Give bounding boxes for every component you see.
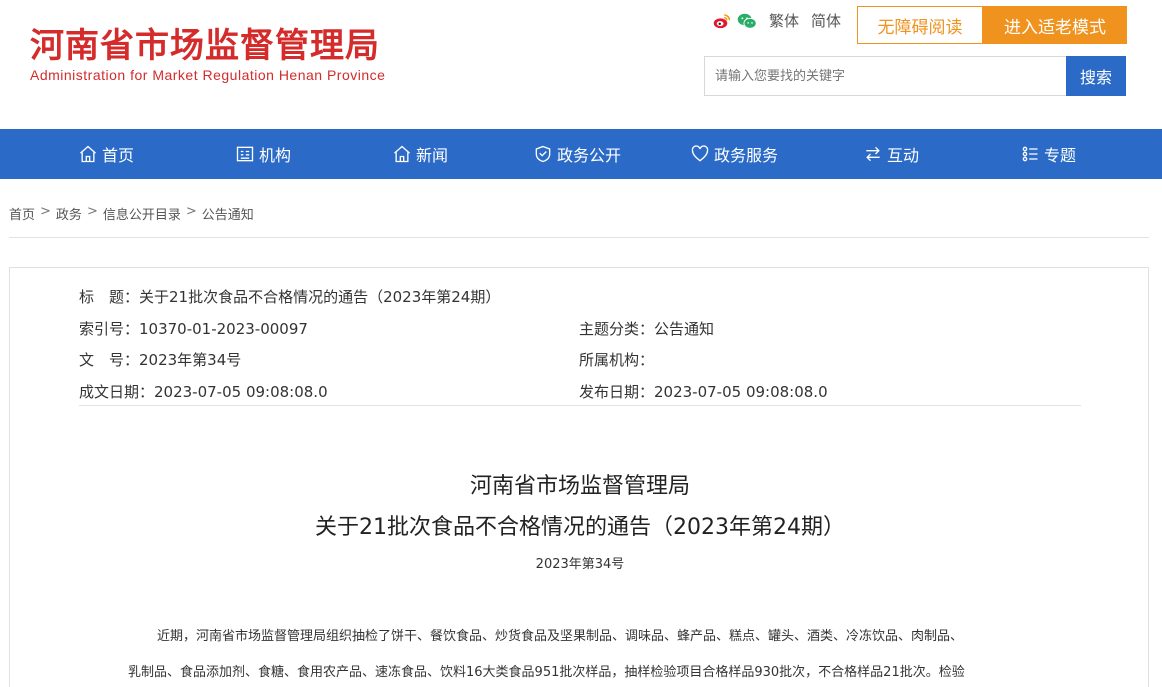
- weibo-icon[interactable]: [713, 12, 731, 30]
- breadcrumb-divider: [9, 237, 1149, 238]
- shield-icon: [535, 145, 551, 163]
- wechat-icon[interactable]: [737, 12, 757, 30]
- meta-doc-no: 文 号：2023年第34号: [79, 351, 242, 369]
- nav-item-org[interactable]: 机构: [235, 129, 291, 179]
- nav-item-topics[interactable]: 专题: [1020, 129, 1076, 179]
- nav-label: 政务公开: [557, 146, 622, 165]
- nav-label: 政务服务: [714, 146, 779, 165]
- accessibility-button[interactable]: 无障碍阅读: [857, 6, 983, 44]
- nav-label: 专题: [1044, 146, 1077, 165]
- heart-icon: [691, 145, 709, 162]
- article-body-line: 乳制品、食品添加剂、食糖、食用农产品、速冻食品、饮料16大类食品951批次样品，…: [128, 665, 965, 680]
- site-logo-title[interactable]: 河南省市场监督管理局: [30, 18, 380, 67]
- breadcrumb-gov[interactable]: 政务: [56, 204, 82, 223]
- meta-published-date: 发布日期：2023-07-05 09:08:08.0: [579, 383, 828, 401]
- nav-item-gov-service[interactable]: 政务服务: [690, 129, 778, 179]
- lang-simplified-link[interactable]: 简体: [811, 10, 841, 31]
- exchange-icon: [866, 146, 880, 162]
- nav-label: 互动: [887, 146, 920, 165]
- nav-label: 首页: [102, 146, 135, 165]
- lang-traditional-link[interactable]: 繁体: [769, 10, 799, 31]
- breadcrumb-disclosure[interactable]: 信息公开目录: [103, 204, 181, 223]
- main-nav: 首页 机构 新闻 政务公开 政务服务 互动 专题: [0, 129, 1162, 179]
- article-doc-number: 2023年第34号: [535, 557, 625, 572]
- meta-title: 标 题：关于21批次食品不合格情况的通告（2023年第24期）: [79, 288, 501, 306]
- search-button[interactable]: 搜索: [1066, 56, 1126, 96]
- article-panel: 标 题：关于21批次食品不合格情况的通告（2023年第24期） 索引号：1037…: [9, 267, 1149, 687]
- meta-category: 主题分类：公告通知: [579, 320, 715, 338]
- meta-created-date: 成文日期：2023-07-05 09:08:08.0: [79, 383, 328, 401]
- nav-item-gov-affairs[interactable]: 政务公开: [533, 129, 621, 179]
- nav-label: 新闻: [416, 146, 449, 165]
- site-header: 河南省市场监督管理局 Administration for Market Reg…: [0, 0, 1162, 129]
- breadcrumb-separator: >: [185, 204, 197, 219]
- breadcrumb-separator: >: [86, 204, 98, 219]
- breadcrumb: 首页 > 政务 > 信息公开目录 > 公告通知: [9, 204, 254, 223]
- elder-mode-button[interactable]: 进入适老模式: [983, 6, 1127, 44]
- nav-item-interaction[interactable]: 互动: [863, 129, 919, 179]
- nav-item-news[interactable]: 新闻: [392, 129, 448, 179]
- nav-label: 机构: [259, 146, 292, 165]
- social-lang-bar: 繁体 简体: [713, 10, 841, 31]
- meta-index-no: 索引号：10370-01-2023-00097: [79, 320, 308, 338]
- home-icon: [80, 145, 96, 163]
- news-icon: [394, 145, 410, 163]
- topic-icon: [1022, 146, 1038, 162]
- nav-item-home[interactable]: 首页: [78, 129, 134, 179]
- breadcrumb-separator: >: [40, 204, 51, 219]
- meta-divider: [79, 405, 1081, 406]
- site-logo-subtitle: Administration for Market Regulation Hen…: [30, 67, 386, 83]
- article-title: 关于21批次食品不合格情况的通告（2023年第24期）: [315, 515, 845, 540]
- breadcrumb-home[interactable]: 首页: [9, 204, 35, 223]
- breadcrumb-notices[interactable]: 公告通知: [202, 204, 254, 223]
- search-input[interactable]: [704, 56, 1066, 96]
- org-icon: [236, 146, 254, 162]
- article-body-line: 近期，河南省市场监督管理局组织抽检了饼干、餐饮食品、炒货食品及坚果制品、调味品、…: [157, 629, 964, 644]
- meta-agency: 所属机构：: [579, 351, 655, 369]
- article-title-issuer: 河南省市场监督管理局: [469, 474, 690, 499]
